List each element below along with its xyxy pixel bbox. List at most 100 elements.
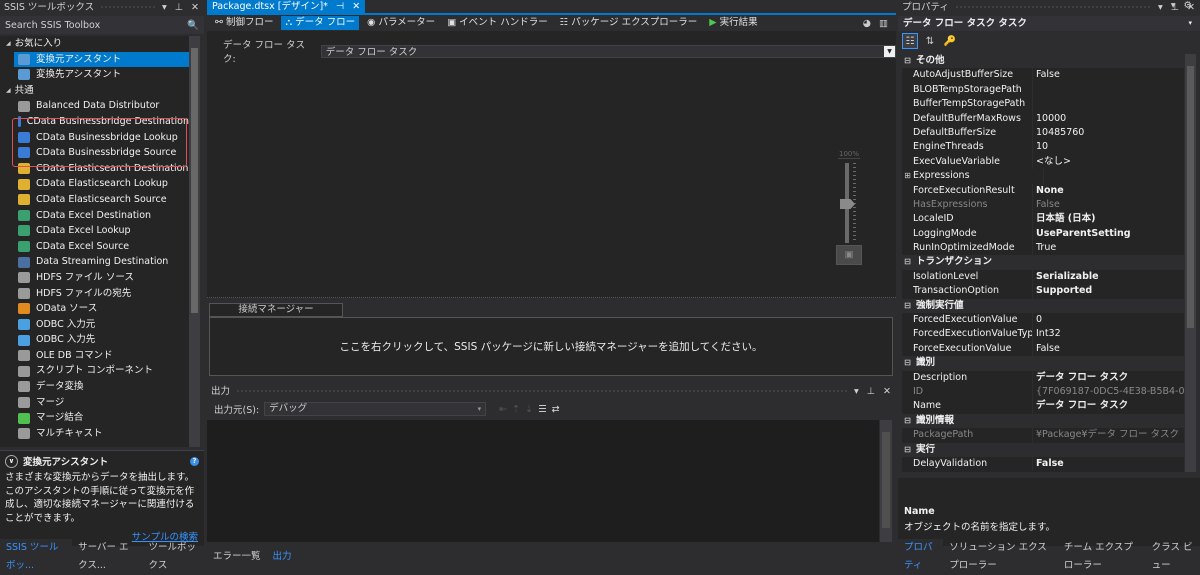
tab-server-explorer[interactable]: サーバー エクス... [72,539,142,575]
fit-to-window-button[interactable]: ▣ [836,245,862,265]
property-value[interactable]: {7F069187-0DC5-4E38-B5B4-057 [1032,384,1184,400]
toolbox-item[interactable]: 変換先アシスタント [0,67,189,83]
property-row[interactable]: ForcedExecutionValueType Int32 [902,327,1184,342]
tab-class-view[interactable]: クラス ビュー [1146,539,1200,575]
variables-icon[interactable]: ◕ [863,18,871,29]
pin-icon[interactable]: ⊥ [1171,0,1179,15]
collapse-icon[interactable]: ∨ [5,454,18,468]
toolbox-group-header[interactable]: ◢ お気に入り [0,36,189,52]
categorized-icon[interactable]: ☷ [902,33,918,49]
property-value[interactable] [1032,97,1184,112]
close-icon[interactable]: ✕ [191,0,199,15]
property-value[interactable]: UseParentSetting [1032,226,1184,242]
expand-triangle-icon[interactable]: ◢ [6,83,11,99]
property-value[interactable]: False [1032,341,1184,357]
toolbox-item[interactable]: CData Elasticsearch Source [0,192,189,208]
property-value[interactable]: Supported [1032,284,1184,299]
clear-all-icon[interactable]: ☰ [538,404,547,415]
toolbox-item[interactable]: マージ結合 [0,410,189,426]
output-text-area[interactable] [207,420,879,542]
collapse-icon[interactable]: ⊟ [902,414,913,428]
toolbox-item[interactable]: Data Streaming Destination [0,254,189,270]
properties-scrollbar[interactable] [1185,54,1196,472]
property-row[interactable]: BLOBTempStoragePath [902,82,1184,98]
toolbox-item[interactable]: マージ [0,395,189,411]
collapse-icon[interactable]: ⊟ [902,54,913,68]
property-row[interactable]: Description データ フロー タスク [902,370,1184,385]
tab-team-explorer[interactable]: チーム エクスプローラー [1058,539,1146,575]
property-row[interactable]: BufferTempStoragePath [902,97,1184,112]
dropdown-icon[interactable]: ▾ [1158,0,1163,15]
property-value[interactable]: <なし> [1032,154,1184,170]
tab-control-flow[interactable]: ⚯ 制御フロー [211,16,277,30]
property-row[interactable]: RunInOptimizedMode True [902,241,1184,256]
property-pages-icon[interactable]: 🔑 [942,33,958,49]
toolbox-icon[interactable]: ▥ [879,18,888,29]
dropdown-icon[interactable]: ▾ [854,384,859,399]
next-message-icon[interactable]: ⇣ [525,404,533,415]
toolbox-search-input[interactable]: Search SSIS Toolbox 🔍 [0,16,204,34]
property-row[interactable]: EngineThreads 10 [902,140,1184,155]
toolbox-scrollbar[interactable] [189,36,200,447]
property-value[interactable]: ¥Package¥データ フロー タスク [1032,428,1184,443]
tab-solution-explorer[interactable]: ソリューション エクスプローラー [943,539,1058,575]
document-tab[interactable]: Package.dtsx [デザイン]* ⊣ ✕ [207,0,366,13]
design-canvas[interactable] [207,55,896,298]
property-value[interactable]: Serializable [1032,269,1184,285]
toolbox-item[interactable]: ODBC 入力先 [0,332,189,348]
toolbox-item[interactable]: CData Excel Lookup [0,223,189,239]
tab-progress[interactable]: ▶ 実行結果 [705,16,761,30]
property-value[interactable]: データ フロー タスク [1032,370,1184,385]
close-icon[interactable]: ✕ [1187,0,1195,15]
property-category[interactable]: ⊟ 識別情報 [902,413,1184,429]
scrollbar-thumb[interactable] [191,48,198,313]
zoom-slider[interactable] [838,159,860,245]
tab-toolbox[interactable]: ツールボックス [143,539,204,575]
property-row[interactable]: ⊞ Expressions [902,169,1184,184]
property-row[interactable]: ExecValueVariable <なし> [902,154,1184,170]
property-row[interactable]: DelayValidation False [902,456,1184,472]
collapse-icon[interactable]: ⊟ [902,356,913,370]
property-row[interactable]: IsolationLevel Serializable [902,269,1184,285]
property-value[interactable]: False [1032,68,1184,83]
collapse-icon[interactable]: ⊟ [902,299,913,313]
tab-output[interactable]: 出力 [266,548,298,566]
property-row[interactable]: AutoAdjustBufferSize False [902,68,1184,83]
toolbox-item[interactable]: マルチキャスト [0,426,189,442]
property-category[interactable]: ⊟ その他 [902,54,1184,69]
property-row[interactable]: HasExpressions False [902,197,1184,213]
property-row[interactable]: DefaultBufferSize 10485760 [902,125,1184,141]
goto-icon[interactable]: ⇤ [499,404,507,415]
dropdown-icon[interactable]: ▾ [162,0,167,15]
property-row[interactable]: Name データ フロー タスク [902,399,1184,414]
property-value[interactable]: データ フロー タスク [1032,399,1184,414]
word-wrap-icon[interactable]: ⇄ [552,404,560,415]
property-value[interactable]: 10000 [1032,111,1184,126]
output-scrollbar[interactable] [880,420,892,542]
tab-properties[interactable]: プロパティ [898,539,944,575]
tab-parameters[interactable]: ◉ パラメーター [363,16,439,30]
toolbox-item[interactable]: CData Excel Source [0,239,189,255]
property-row[interactable]: PackagePath ¥Package¥データ フロー タスク [902,428,1184,443]
property-value[interactable] [1043,169,1184,184]
toolbox-item[interactable]: ODBC 入力元 [0,317,189,333]
tab-event-handlers[interactable]: ▣ イベント ハンドラー [443,16,552,30]
property-value[interactable]: True [1032,241,1184,256]
property-row[interactable]: ID {7F069187-0DC5-4E38-B5B4-057 [902,384,1184,400]
property-row[interactable]: ForceExecutionResult None [902,183,1184,198]
pin-icon[interactable]: ⊣ [336,0,344,13]
property-value[interactable]: False [1032,197,1184,213]
toolbox-item[interactable]: CData Elasticsearch Lookup [0,176,189,192]
toolbox-group-header[interactable]: ◢ 共通 [0,83,189,99]
close-icon[interactable]: ✕ [883,384,891,399]
collapse-icon[interactable]: ⊟ [902,255,913,269]
tab-ssis-toolbox[interactable]: SSIS ツールボッ... [0,539,73,575]
property-value[interactable]: Int32 [1032,327,1184,342]
pin-icon[interactable]: ⊥ [867,384,875,399]
property-value[interactable]: False [1032,456,1184,472]
close-icon[interactable]: ✕ [352,0,360,13]
property-value[interactable]: 0 [1032,313,1184,328]
property-category[interactable]: ⊟ トランザクション [902,255,1184,270]
object-selector[interactable]: データ フロー タスク タスク ▾ [898,16,1200,31]
property-value[interactable] [1032,82,1184,98]
